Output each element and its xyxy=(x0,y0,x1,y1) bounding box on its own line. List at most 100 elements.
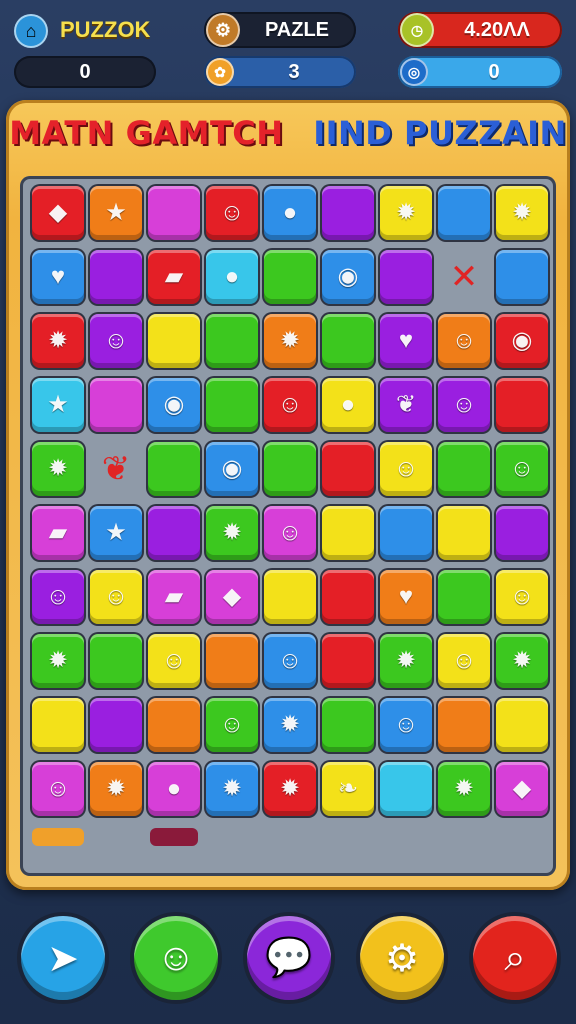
board-tile[interactable] xyxy=(322,186,374,240)
board-tile[interactable]: ☺ xyxy=(90,314,142,368)
globe-icon[interactable]: ◎ xyxy=(400,58,428,86)
leaf-icon[interactable]: ❦ xyxy=(90,442,142,496)
board-tile[interactable] xyxy=(438,570,490,624)
board-tile[interactable]: ▰ xyxy=(32,506,84,560)
ring-icon: ◉ xyxy=(511,327,533,354)
board-tile[interactable]: ☺ xyxy=(438,634,490,688)
board-tile[interactable]: ▰ xyxy=(148,570,200,624)
chat-button[interactable]: 💬 xyxy=(247,916,331,1000)
board-tile[interactable]: ☺ xyxy=(380,698,432,752)
board-tile[interactable] xyxy=(206,634,258,688)
board-tile[interactable]: ✹ xyxy=(90,762,142,816)
board-tile[interactable] xyxy=(148,442,200,496)
board-tile[interactable] xyxy=(380,250,432,304)
board-tile[interactable]: ★ xyxy=(90,186,142,240)
board-tile[interactable]: ☺ xyxy=(438,378,490,432)
board-tile[interactable] xyxy=(264,570,316,624)
board-tile[interactable]: ☺ xyxy=(264,506,316,560)
board-tile[interactable] xyxy=(90,378,142,432)
board-tile[interactable]: ☺ xyxy=(380,442,432,496)
board-tile[interactable]: ◆ xyxy=(32,186,84,240)
board-tile[interactable]: ☺ xyxy=(90,570,142,624)
board-tile[interactable]: ✹ xyxy=(438,762,490,816)
board-tile[interactable]: ✹ xyxy=(380,186,432,240)
board-tile[interactable]: ☺ xyxy=(32,762,84,816)
board-tile[interactable] xyxy=(148,314,200,368)
board-tile[interactable] xyxy=(148,186,200,240)
board-tile[interactable]: ◉ xyxy=(322,250,374,304)
board-tile[interactable] xyxy=(380,506,432,560)
board-tile[interactable]: ◉ xyxy=(148,378,200,432)
board-tile[interactable] xyxy=(438,506,490,560)
board-tile[interactable]: ✹ xyxy=(264,762,316,816)
board-tile[interactable] xyxy=(264,442,316,496)
board-tile[interactable]: ✹ xyxy=(380,634,432,688)
board-tile[interactable]: ☺ xyxy=(438,314,490,368)
board-tile[interactable] xyxy=(148,698,200,752)
board-tile[interactable] xyxy=(90,250,142,304)
board-tile[interactable]: ✹ xyxy=(32,442,84,496)
board-tile[interactable] xyxy=(322,570,374,624)
board-tile[interactable]: ◆ xyxy=(206,570,258,624)
board-tile[interactable] xyxy=(438,442,490,496)
board-tile[interactable] xyxy=(322,634,374,688)
board-tile[interactable]: ✹ xyxy=(206,506,258,560)
board-tile[interactable]: ◉ xyxy=(206,442,258,496)
board-tile[interactable] xyxy=(322,698,374,752)
board-tile[interactable]: ◉ xyxy=(496,314,548,368)
board-tile[interactable]: ● xyxy=(206,250,258,304)
board-tile[interactable]: ✹ xyxy=(264,698,316,752)
board-tile[interactable]: ● xyxy=(322,378,374,432)
board-tile[interactable] xyxy=(90,698,142,752)
board-tile[interactable]: ✹ xyxy=(206,762,258,816)
clock-icon[interactable]: ◷ xyxy=(400,13,434,47)
board-tile[interactable] xyxy=(496,378,548,432)
board-tile[interactable] xyxy=(380,762,432,816)
board-tile[interactable]: ✹ xyxy=(32,634,84,688)
board-tile[interactable]: ★ xyxy=(90,506,142,560)
board-tile[interactable]: ● xyxy=(148,762,200,816)
board-tile[interactable]: ✹ xyxy=(496,634,548,688)
character-button[interactable]: ☺ xyxy=(134,916,218,1000)
board-tile[interactable]: ✹ xyxy=(264,314,316,368)
board-tile[interactable]: ☺ xyxy=(496,442,548,496)
board-tile[interactable]: ✹ xyxy=(32,314,84,368)
board-tile[interactable]: ☺ xyxy=(206,698,258,752)
board-tile[interactable] xyxy=(264,250,316,304)
board-tile[interactable]: ☺ xyxy=(496,570,548,624)
board-tile[interactable]: ☺ xyxy=(32,570,84,624)
house-icon[interactable]: ⌂ xyxy=(14,14,48,48)
board-tile[interactable]: ♥ xyxy=(32,250,84,304)
board-tile[interactable]: ★ xyxy=(32,378,84,432)
board-tile[interactable]: ☺ xyxy=(264,634,316,688)
board-tile[interactable]: ❦ xyxy=(380,378,432,432)
board-tile[interactable] xyxy=(322,506,374,560)
board-tile[interactable] xyxy=(496,506,548,560)
board-tile[interactable]: ● xyxy=(264,186,316,240)
board-tile[interactable]: ▰ xyxy=(148,250,200,304)
board-tile[interactable] xyxy=(322,442,374,496)
board-tile[interactable]: ✹ xyxy=(496,186,548,240)
board-tile[interactable] xyxy=(322,314,374,368)
board-tile[interactable] xyxy=(496,698,548,752)
board-tile[interactable]: ☺ xyxy=(264,378,316,432)
gear-icon[interactable]: ⚙ xyxy=(206,13,240,47)
board-tile[interactable] xyxy=(206,314,258,368)
board-tile[interactable] xyxy=(90,634,142,688)
board-tile[interactable] xyxy=(148,506,200,560)
board-tile[interactable]: ♥ xyxy=(380,314,432,368)
board-tile[interactable]: ☺ xyxy=(148,634,200,688)
board-tile[interactable] xyxy=(496,250,548,304)
board-tile[interactable] xyxy=(438,186,490,240)
board-tile[interactable] xyxy=(206,378,258,432)
board-tile[interactable]: ☺ xyxy=(206,186,258,240)
board-tile[interactable]: ❧ xyxy=(322,762,374,816)
board-tile[interactable] xyxy=(32,698,84,752)
search-button[interactable]: ⌕ xyxy=(473,916,557,1000)
arrow-button[interactable]: ➤ xyxy=(21,916,105,1000)
settings-button[interactable]: ⚙ xyxy=(360,916,444,1000)
board-tile[interactable] xyxy=(438,698,490,752)
bow-icon[interactable]: ✕ xyxy=(438,250,490,304)
board-tile[interactable]: ♥ xyxy=(380,570,432,624)
board-tile[interactable]: ◆ xyxy=(496,762,548,816)
